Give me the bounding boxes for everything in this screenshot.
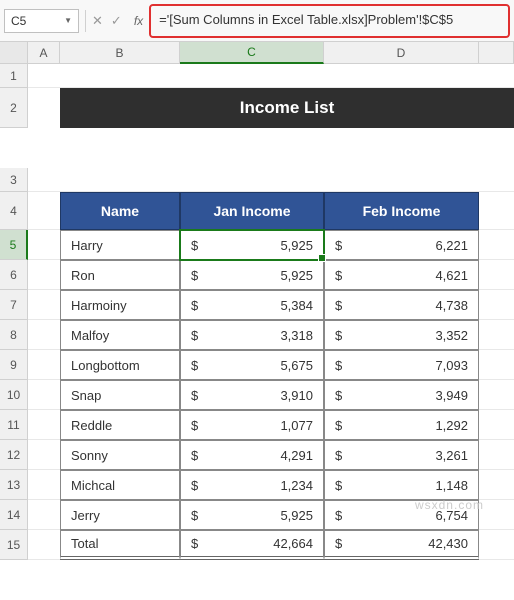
row-header[interactable]: 11	[0, 410, 28, 440]
row-3: 3	[0, 168, 514, 192]
formula-text: ='[Sum Columns in Excel Table.xlsx]Probl…	[159, 12, 453, 29]
cell-feb[interactable]: $3,949	[324, 380, 479, 410]
cell-jan[interactable]: $5,925	[180, 500, 324, 530]
cell-feb[interactable]: $4,738	[324, 290, 479, 320]
row-total: 15 Total $42,664 $42,430	[0, 530, 514, 560]
spreadsheet-grid[interactable]: A B C D 1 2 Income List 3 4 Name Jan Inc…	[0, 42, 514, 560]
cell-name[interactable]: Harmoiny	[60, 290, 180, 320]
table-row: 9 Longbottom$5,675$7,093	[0, 350, 514, 380]
cell-name[interactable]: Jerry	[60, 500, 180, 530]
col-header-c[interactable]: C	[180, 42, 324, 64]
fx-icon[interactable]: fx	[134, 14, 143, 28]
total-feb[interactable]: $42,430	[324, 530, 479, 560]
table-row: 8 Malfoy$3,318$3,352	[0, 320, 514, 350]
row-header[interactable]: 14	[0, 500, 28, 530]
cell-jan[interactable]: $4,291	[180, 440, 324, 470]
watermark: wsxdn.com	[415, 498, 484, 512]
cell-name[interactable]: Ron	[60, 260, 180, 290]
row-header[interactable]: 3	[0, 168, 28, 192]
cell-name[interactable]: Longbottom	[60, 350, 180, 380]
chevron-down-icon[interactable]: ▼	[64, 16, 72, 25]
divider	[85, 10, 86, 32]
cancel-icon[interactable]: ✕	[92, 13, 103, 29]
cell-feb[interactable]: $3,352	[324, 320, 479, 350]
cell-name[interactable]: Snap	[60, 380, 180, 410]
cell-feb[interactable]: $7,093	[324, 350, 479, 380]
cell-jan[interactable]: $1,234	[180, 470, 324, 500]
row-header[interactable]: 6	[0, 260, 28, 290]
table-title[interactable]: Income List	[60, 88, 514, 128]
row-header[interactable]: 15	[0, 530, 28, 560]
cell-feb[interactable]: $6,221	[324, 230, 479, 260]
formula-icons: ✕ ✓ fx	[92, 13, 143, 29]
row-header[interactable]: 4	[0, 192, 28, 230]
cell-jan[interactable]: $5,675	[180, 350, 324, 380]
cell-name[interactable]: Michcal	[60, 470, 180, 500]
cell-jan[interactable]: $3,910	[180, 380, 324, 410]
table-row: 6 Ron$5,925$4,621	[0, 260, 514, 290]
name-box-value: C5	[11, 14, 26, 28]
name-box[interactable]: C5 ▼	[4, 9, 79, 33]
cell-jan[interactable]: $5,925	[180, 260, 324, 290]
row-header[interactable]: 1	[0, 64, 28, 88]
header-name[interactable]: Name	[60, 192, 180, 230]
table-row: 11 Reddle$1,077$1,292	[0, 410, 514, 440]
table-row: 12 Sonny$4,291$3,261	[0, 440, 514, 470]
formula-bar-area: C5 ▼ ✕ ✓ fx ='[Sum Columns in Excel Tabl…	[0, 0, 514, 42]
row-header[interactable]: 5	[0, 230, 28, 260]
formula-input[interactable]: ='[Sum Columns in Excel Table.xlsx]Probl…	[149, 4, 510, 38]
cell-feb[interactable]: $1,292	[324, 410, 479, 440]
row-header[interactable]: 7	[0, 290, 28, 320]
row-header[interactable]: 10	[0, 380, 28, 410]
cell-name[interactable]: Sonny	[60, 440, 180, 470]
header-feb[interactable]: Feb Income	[324, 192, 479, 230]
table-row: 5 Harry$5,925$6,221	[0, 230, 514, 260]
row-header[interactable]: 9	[0, 350, 28, 380]
select-all-corner[interactable]	[0, 42, 28, 64]
row-4-headers: 4 Name Jan Income Feb Income	[0, 192, 514, 230]
cell-feb[interactable]: $1,148	[324, 470, 479, 500]
cell-jan[interactable]: $5,384	[180, 290, 324, 320]
cell-feb[interactable]: $3,261	[324, 440, 479, 470]
cell-feb[interactable]: $4,621	[324, 260, 479, 290]
cell-name[interactable]: Malfoy	[60, 320, 180, 350]
table-row: 10 Snap$3,910$3,949	[0, 380, 514, 410]
cell-name[interactable]: Reddle	[60, 410, 180, 440]
col-header-d[interactable]: D	[324, 42, 479, 64]
row-2-title: 2 Income List	[0, 88, 514, 168]
row-header[interactable]: 12	[0, 440, 28, 470]
row-header[interactable]: 13	[0, 470, 28, 500]
cell-jan[interactable]: $1,077	[180, 410, 324, 440]
cell-name[interactable]: Harry	[60, 230, 180, 260]
cell-jan[interactable]: $3,318	[180, 320, 324, 350]
total-label[interactable]: Total	[60, 530, 180, 560]
col-header-b[interactable]: B	[60, 42, 180, 64]
table-row: 7 Harmoiny$5,384$4,738	[0, 290, 514, 320]
row-header[interactable]: 2	[0, 88, 28, 128]
row-header[interactable]: 8	[0, 320, 28, 350]
check-icon[interactable]: ✓	[111, 13, 122, 29]
col-header-a[interactable]: A	[28, 42, 60, 64]
row-1: 1	[0, 64, 514, 88]
col-header-blank[interactable]	[479, 42, 514, 64]
header-jan[interactable]: Jan Income	[180, 192, 324, 230]
total-jan[interactable]: $42,664	[180, 530, 324, 560]
table-row: 13 Michcal$1,234$1,148	[0, 470, 514, 500]
column-headers: A B C D	[0, 42, 514, 64]
cell-jan[interactable]: $5,925	[180, 230, 324, 260]
